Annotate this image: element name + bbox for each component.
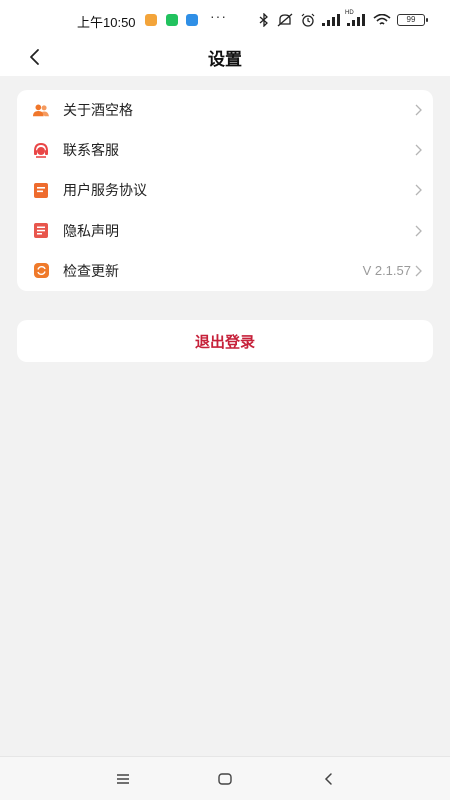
menu-item-privacy[interactable]: 隐私声明 [17,211,433,251]
bluetooth-icon [258,13,270,27]
chevron-right-icon [415,265,422,277]
menu-item-about[interactable]: 关于酒空格 [17,90,433,130]
menu-label-user-agreement: 用户服务协议 [63,183,147,200]
menu-label-customer-service: 联系客服 [63,143,119,160]
menu-item-customer-service[interactable]: 联系客服 [17,130,433,170]
privacy-document-icon [33,223,49,239]
menu-chevron [415,211,423,251]
notes-app-icon [145,14,157,26]
alarm-icon [300,13,316,27]
logout-label: 退出登录 [194,332,255,351]
logout-button[interactable]: 退出登录 [17,320,433,362]
wechat-icon [166,14,178,26]
about-users-icon [33,102,49,118]
status-time: 上午10:50 [77,15,136,30]
menu-chevron [415,90,423,130]
menu-right-update: V 2.1.57 [363,251,423,291]
app-version: V 2.1.57 [362,263,411,279]
network-label: HD [345,10,354,16]
home-icon [218,773,232,785]
status-bar: 上午10:50 ··· HD 99 [0,0,450,40]
mute-icon [276,13,294,27]
back-icon [324,773,332,785]
chevron-right-icon [415,185,422,196]
signal-hd-icon: HD [345,10,369,27]
home-button[interactable] [213,767,237,791]
signal-icon [322,13,342,27]
page-title: 设置 [208,50,242,70]
battery-icon: 99 [397,14,428,26]
chevron-right-icon [415,104,422,116]
message-app-icon [186,14,198,26]
settings-menu: 关于酒空格 联系客服 用户服务协议 隐私声明 检查更新 V 2.1.57 [17,90,433,291]
wifi-icon [372,13,392,27]
agreement-icon [33,182,49,198]
header: 设置 [0,40,450,76]
recent-apps-button[interactable] [111,767,135,791]
menu-item-user-agreement[interactable]: 用户服务协议 [17,170,433,210]
customer-service-icon [33,142,49,158]
chevron-right-icon [415,225,422,237]
system-nav-bar [0,756,450,800]
menu-label-privacy: 隐私声明 [63,223,119,240]
menu-chevron [415,130,423,170]
menu-label-check-update: 检查更新 [63,263,119,280]
chevron-right-icon [415,144,422,156]
update-icon [33,263,49,279]
nav-back-button[interactable] [317,767,341,791]
more-notifications-icon: ··· [210,8,227,24]
menu-icon [117,774,129,784]
menu-label-about: 关于酒空格 [63,103,133,120]
menu-chevron [415,170,423,210]
menu-item-check-update[interactable]: 检查更新 V 2.1.57 [17,251,433,291]
